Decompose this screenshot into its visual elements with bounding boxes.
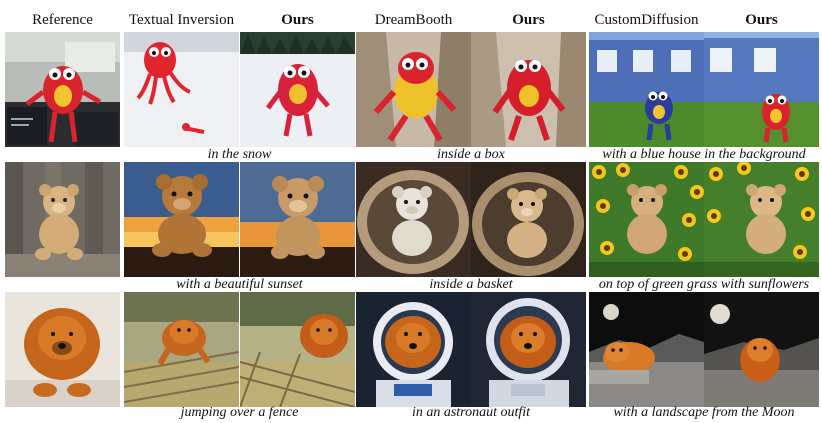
- caption-row2-col2: inside a basket: [429, 277, 513, 292]
- header-ours-1: Ours: [281, 12, 314, 28]
- custom-diffusion-image-moon: [589, 292, 704, 407]
- ours-image-astronaut: [471, 292, 586, 407]
- caption-row1-col2: inside a box: [437, 147, 505, 162]
- textual-inversion-image-sunset: [124, 162, 239, 277]
- textual-inversion-image-fence: [124, 292, 239, 407]
- header-ours-2: Ours: [512, 12, 545, 28]
- textual-inversion-image-snow: [124, 32, 239, 147]
- caption-row3-col2: in an astronaut outfit: [411, 405, 531, 420]
- ours-image-basket: [471, 162, 586, 277]
- header-custom-diffusion: CustomDiffusion: [594, 12, 699, 28]
- ours-image-house: [704, 32, 819, 147]
- dreambooth-image-astronaut: [356, 292, 471, 407]
- ours-image-moon: [704, 292, 819, 407]
- caption-row1-col1: in the snow: [207, 147, 272, 162]
- header-ours-3: Ours: [745, 12, 778, 28]
- header-textual-inversion: Textual Inversion: [128, 12, 235, 28]
- caption-row3-col3: with a landscape from the Moon: [613, 405, 795, 420]
- ours-image-sunflowers: [704, 162, 819, 277]
- caption-row3-col1: jumping over a fence: [180, 405, 299, 420]
- dreambooth-image-box: [356, 32, 471, 147]
- caption-row2-col1: with a beautiful sunset: [176, 277, 303, 292]
- reference-image-chow-chow: [5, 292, 120, 407]
- custom-diffusion-image-house: [589, 32, 704, 147]
- ours-image-sunset: [240, 162, 355, 277]
- custom-diffusion-image-sunflowers: [589, 162, 704, 277]
- header-reference: Reference: [32, 12, 93, 28]
- ours-image-snow: [240, 32, 355, 147]
- ours-image-fence: [240, 292, 355, 407]
- reference-image-monster: [5, 32, 120, 147]
- dreambooth-image-basket: [356, 162, 471, 277]
- reference-image-teddy: [5, 162, 120, 277]
- header-dreambooth: DreamBooth: [374, 12, 453, 28]
- ours-image-box: [471, 32, 586, 147]
- caption-row1-col3: with a blue house in the background: [602, 147, 806, 162]
- caption-row2-col3: on top of green grass with sunflowers: [598, 277, 810, 292]
